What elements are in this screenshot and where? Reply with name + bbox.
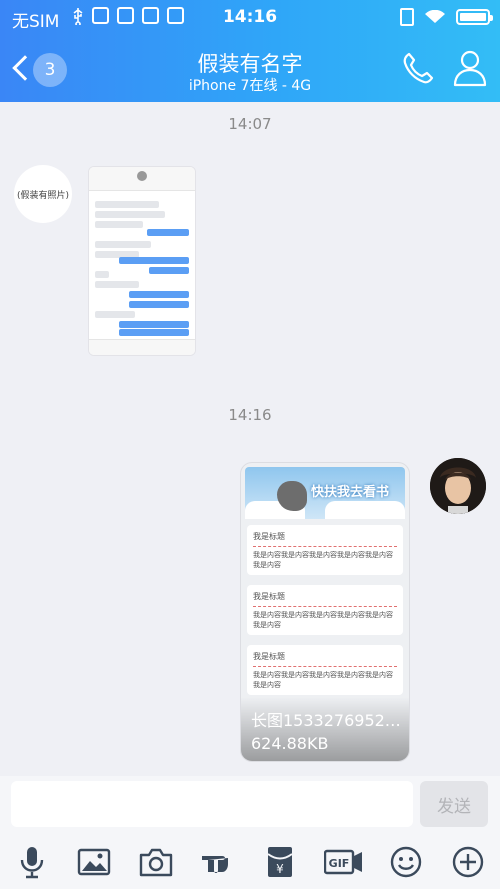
chat-nav-bar: 3 假装有名字 iPhone 7在线 - 4G: [0, 34, 500, 102]
battery-icon: [456, 9, 493, 25]
thumb-bubble: [95, 281, 139, 288]
thumb-input-bar: [89, 339, 195, 355]
sent-long-image-message[interactable]: 快扶我去看书 我是标题 我是内容我是内容我是内容我是内容我是内容我是内容 我是标…: [240, 462, 410, 762]
thumb-bubble: [129, 301, 189, 308]
phone-icon[interactable]: [400, 50, 436, 86]
message-timestamp: 14:07: [228, 115, 272, 133]
long-image-item: 我是标题 我是内容我是内容我是内容我是内容我是内容我是内容: [247, 525, 403, 575]
thumb-bubble: [95, 241, 151, 248]
thumb-bubble: [149, 267, 189, 274]
app-header: 无SIM 14:16 3 假装有名字 iPhone 7在线 - 4G: [0, 0, 500, 102]
thumb-bubble: [95, 201, 159, 208]
banner-cloud: [325, 501, 405, 519]
thumb-header: [89, 167, 195, 191]
thumb-bubble: [95, 221, 143, 228]
long-image-banner: 快扶我去看书: [245, 467, 405, 519]
vibrate-icon: [400, 8, 414, 26]
long-image-item: 我是标题 我是内容我是内容我是内容我是内容我是内容我是内容: [247, 645, 403, 695]
thumb-avatar: [137, 171, 147, 181]
received-image-message[interactable]: [88, 166, 196, 356]
red-packet-icon[interactable]: ¥: [262, 844, 298, 880]
emoji-icon[interactable]: [388, 844, 424, 880]
svg-text:GIF: GIF: [329, 857, 350, 870]
long-image-item-body: 我是内容我是内容我是内容我是内容我是内容我是内容: [253, 551, 393, 569]
status-bar: 无SIM 14:16: [0, 0, 500, 34]
input-toolbar: ¥ GIF: [0, 838, 500, 886]
poke-hand-icon[interactable]: [200, 844, 236, 880]
message-input[interactable]: [11, 781, 413, 827]
message-timestamp: 14:16: [228, 406, 272, 424]
contact-avatar-text: (假装有照片): [16, 190, 70, 201]
long-image-item-body: 我是内容我是内容我是内容我是内容我是内容我是内容: [253, 671, 393, 689]
wifi-icon: [425, 10, 445, 23]
long-image-item-title: 我是标题: [253, 591, 397, 607]
svg-text:¥: ¥: [276, 862, 284, 876]
thumb-bubble: [95, 271, 109, 278]
long-image-item-body: 我是内容我是内容我是内容我是内容我是内容我是内容: [253, 611, 393, 629]
user-profile-icon[interactable]: [452, 49, 488, 87]
long-image-item: 我是标题 我是内容我是内容我是内容我是内容我是内容我是内容: [247, 585, 403, 635]
my-avatar[interactable]: [430, 458, 486, 514]
message-input-bar: 发送 ¥ GIF: [0, 776, 500, 889]
microphone-icon[interactable]: [14, 844, 50, 880]
long-image-file-name: 长图1533276952….: [251, 711, 401, 730]
long-image-item-title: 我是标题: [253, 651, 397, 667]
gif-icon[interactable]: GIF: [324, 844, 364, 880]
image-icon[interactable]: [76, 844, 112, 880]
bird-icon: [277, 481, 307, 511]
my-avatar-portrait: [430, 458, 486, 514]
battery-level-fill: [460, 13, 486, 21]
thumb-bubble: [95, 211, 165, 218]
thumb-bubble: [119, 257, 189, 264]
thumb-bubble: [129, 291, 189, 298]
thumb-bubble: [119, 329, 189, 336]
thumb-bubble: [147, 229, 189, 236]
plus-icon[interactable]: [450, 844, 486, 880]
send-button[interactable]: 发送: [420, 781, 488, 827]
camera-icon[interactable]: [138, 844, 174, 880]
contact-avatar[interactable]: (假装有照片): [14, 165, 72, 223]
thumb-bubble: [119, 321, 189, 328]
status-right-icons: [400, 8, 493, 26]
long-image-item-title: 我是标题: [253, 531, 397, 547]
thumb-bubble: [95, 311, 135, 318]
long-image-file-size: 624.88KB: [251, 734, 329, 753]
long-image-banner-title: 快扶我去看书: [311, 485, 390, 500]
